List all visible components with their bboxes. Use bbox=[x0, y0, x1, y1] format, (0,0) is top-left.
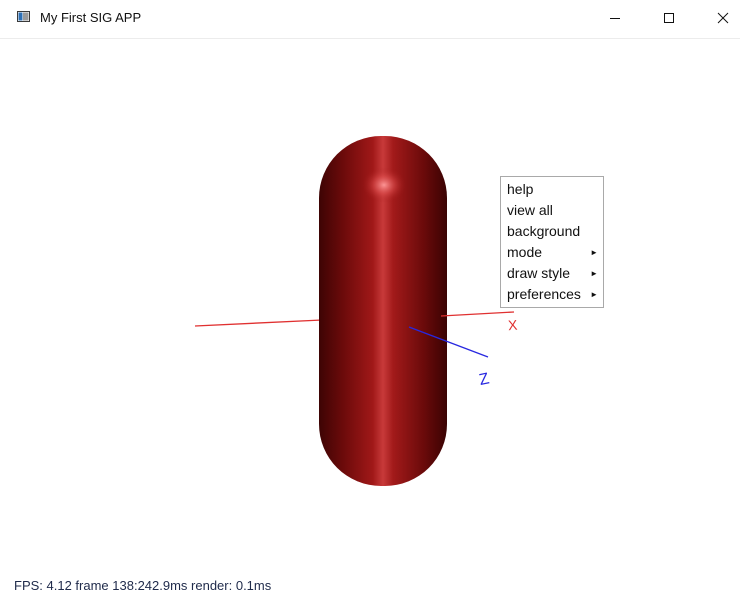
window-title: My First SIG APP bbox=[40, 10, 142, 25]
menu-item-label: preferences bbox=[507, 286, 581, 302]
scene-canvas: X Z bbox=[194, 136, 519, 486]
menu-item-draw-style[interactable]: draw style ► bbox=[501, 263, 603, 284]
submenu-arrow-icon: ► bbox=[590, 290, 598, 299]
app-icon bbox=[17, 11, 30, 22]
menu-item-background[interactable]: background bbox=[501, 221, 603, 242]
close-icon bbox=[717, 12, 729, 24]
menu-item-help[interactable]: help bbox=[501, 179, 603, 200]
title-bar[interactable]: My First SIG APP bbox=[0, 0, 740, 39]
x-axis-label: X bbox=[508, 317, 519, 334]
menu-item-view-all[interactable]: view all bbox=[501, 200, 603, 221]
x-axis-line-right bbox=[440, 311, 515, 317]
capsule-highlight bbox=[362, 167, 406, 203]
menu-item-label: mode bbox=[507, 244, 543, 260]
context-menu: help view all background mode ► draw sty… bbox=[500, 176, 604, 308]
app-window: My First SIG APP X Z help view all backg… bbox=[0, 0, 740, 594]
z-axis-label: Z bbox=[478, 370, 491, 389]
3d-viewport[interactable]: X Z bbox=[0, 39, 740, 594]
menu-item-label: help bbox=[507, 181, 534, 197]
x-axis-line-left bbox=[194, 319, 323, 327]
fps-status-text: FPS: 4.12 frame 138:242.9ms render: 0.1m… bbox=[14, 578, 272, 593]
submenu-arrow-icon: ► bbox=[590, 248, 598, 257]
menu-item-label: draw style bbox=[507, 265, 571, 281]
menu-item-preferences[interactable]: preferences ► bbox=[501, 284, 603, 305]
menu-item-mode[interactable]: mode ► bbox=[501, 242, 603, 263]
menu-item-label: background bbox=[507, 223, 581, 239]
maximize-button[interactable] bbox=[644, 0, 696, 38]
minimize-icon bbox=[610, 18, 620, 19]
maximize-icon bbox=[664, 13, 674, 23]
menu-item-label: view all bbox=[507, 202, 553, 218]
minimize-button[interactable] bbox=[590, 0, 642, 38]
close-button[interactable] bbox=[698, 0, 740, 38]
submenu-arrow-icon: ► bbox=[590, 269, 598, 278]
